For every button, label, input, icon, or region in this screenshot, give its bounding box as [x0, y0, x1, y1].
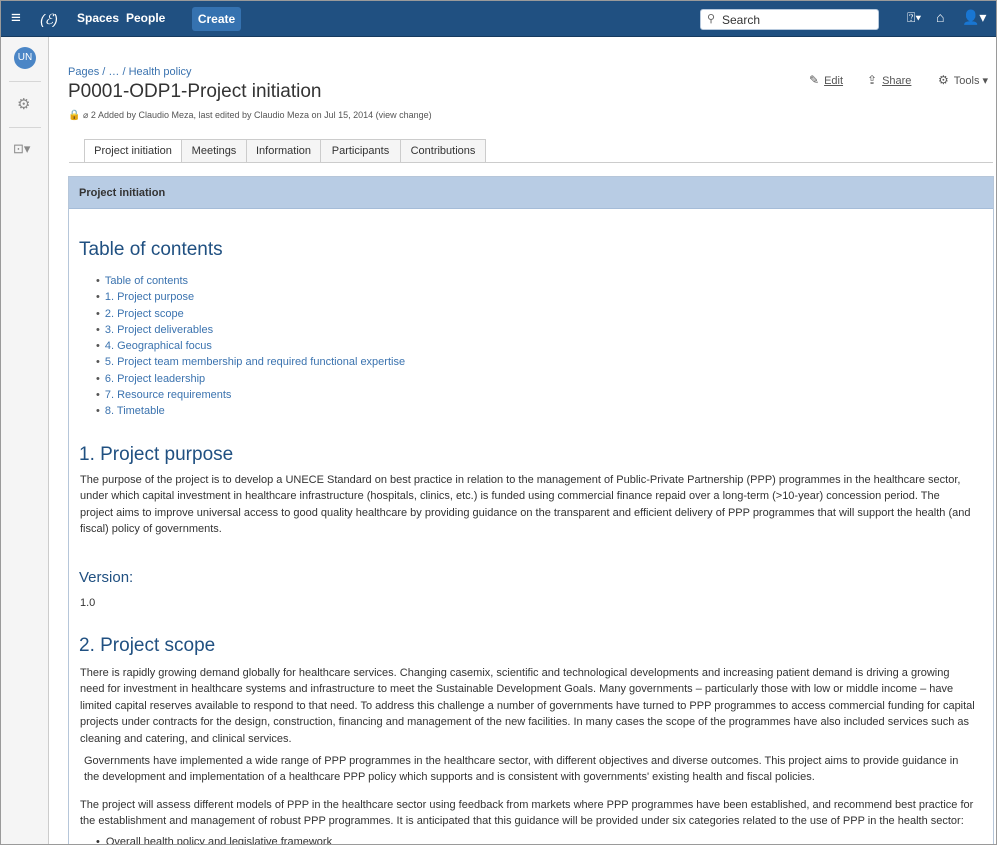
toc-item[interactable]: 2. Project scope	[96, 306, 405, 322]
space-logo-icon[interactable]: UN	[14, 47, 36, 69]
section-heading-project-purpose: 1. Project purpose	[79, 444, 234, 465]
nav-spaces[interactable]: Spaces	[77, 11, 119, 25]
tabs-underline	[69, 162, 993, 163]
rail-divider	[9, 127, 41, 128]
search-icon: ⚲	[707, 13, 716, 25]
rail-divider	[9, 81, 41, 82]
breadcrumb: Pages / … / Health policy	[68, 66, 192, 78]
toc-item[interactable]: 5. Project team membership and required …	[96, 354, 405, 370]
gear-icon: ⚙	[938, 73, 949, 87]
version-value: 1.0	[80, 597, 96, 609]
section-heading-project-scope: 2. Project scope	[79, 635, 216, 656]
confluence-logo-icon[interactable]: (ℰ)	[38, 8, 60, 30]
view-change-link[interactable]: (view change)	[376, 110, 432, 120]
share-button[interactable]: ⇪ Share	[867, 73, 911, 87]
pencil-icon: ✎	[809, 73, 820, 87]
category-list: Overall health policy and legislative fr…	[96, 836, 332, 844]
tools-menu-button[interactable]: ⚙ Tools ▾	[938, 73, 988, 87]
browser-frame: ≡ (ℰ) Spaces People Create ⚲ Search ⍰▾ ⌂…	[0, 0, 997, 845]
breadcrumb-ellipsis[interactable]: …	[108, 66, 119, 78]
breadcrumb-pages[interactable]: Pages	[68, 66, 99, 78]
hamburger-menu-icon[interactable]: ≡	[11, 9, 27, 26]
toc-item[interactable]: 3. Project deliverables	[96, 322, 405, 338]
attachment-count: 2	[90, 110, 96, 120]
version-label: Version:	[79, 569, 134, 586]
page-metadata: 🔒 ⌀ 2 Added by Claudio Meza, last edited…	[68, 110, 432, 121]
tab-contributions[interactable]: Contributions	[400, 139, 486, 162]
tab-participants[interactable]: Participants	[320, 139, 401, 162]
page-tree-icon[interactable]: ⊡▾	[13, 141, 30, 157]
project-scope-paragraph-3: The project will assess different models…	[80, 799, 974, 828]
toc-item[interactable]: 4. Geographical focus	[96, 338, 405, 354]
space-settings-gear-icon[interactable]: ⚙	[17, 95, 30, 113]
nav-people[interactable]: People	[126, 11, 165, 25]
toc-item[interactable]: Table of contents	[96, 273, 405, 289]
toc-item[interactable]: 8. Timetable	[96, 403, 405, 419]
toc-item[interactable]: 1. Project purpose	[96, 289, 405, 305]
toc-heading: Table of contents	[79, 239, 223, 260]
share-icon: ⇪	[867, 73, 878, 87]
tab-meetings[interactable]: Meetings	[181, 139, 247, 162]
project-scope-paragraph-1: There is rapidly growing demand globally…	[80, 667, 975, 745]
user-avatar-icon[interactable]: 👤▾	[962, 9, 986, 26]
tab-information[interactable]: Information	[246, 139, 321, 162]
toc-item[interactable]: 7. Resource requirements	[96, 387, 405, 403]
help-icon[interactable]: ⍰▾	[907, 9, 921, 26]
tab-project-initiation[interactable]: Project initiation	[84, 139, 182, 163]
left-sidebar-rail: UN ⚙ ⊡▾	[1, 37, 49, 844]
panel-header-title: Project initiation	[79, 187, 166, 199]
panel-header: Project initiation	[69, 177, 993, 209]
search-placeholder: Search	[722, 13, 761, 27]
restriction-lock-icon[interactable]: 🔒	[68, 110, 80, 121]
notifications-bell-icon[interactable]: ⌂	[936, 9, 944, 25]
page-title: P0001-ODP1-Project initiation	[68, 81, 322, 102]
edit-button[interactable]: ✎ Edit	[809, 73, 843, 87]
toc-item[interactable]: 6. Project leadership	[96, 371, 405, 387]
project-purpose-text: The purpose of the project is to develop…	[80, 474, 971, 536]
list-item: Overall health policy and legislative fr…	[96, 836, 332, 844]
search-input[interactable]: ⚲ Search	[700, 9, 879, 30]
create-button[interactable]: Create	[192, 7, 241, 31]
breadcrumb-health-policy[interactable]: Health policy	[129, 66, 192, 78]
attachment-icon[interactable]: ⌀	[83, 110, 88, 120]
table-of-contents: Table of contents 1. Project purpose 2. …	[96, 273, 405, 420]
top-navigation-bar: ≡ (ℰ) Spaces People Create ⚲ Search ⍰▾ ⌂…	[1, 1, 996, 37]
breadcrumb-separator: /	[122, 66, 126, 78]
page-byline: Added by Claudio Meza, last edited by Cl…	[97, 110, 374, 120]
project-scope-paragraph-2: Governments have implemented a wide rang…	[84, 755, 959, 784]
breadcrumb-separator: /	[102, 66, 106, 78]
